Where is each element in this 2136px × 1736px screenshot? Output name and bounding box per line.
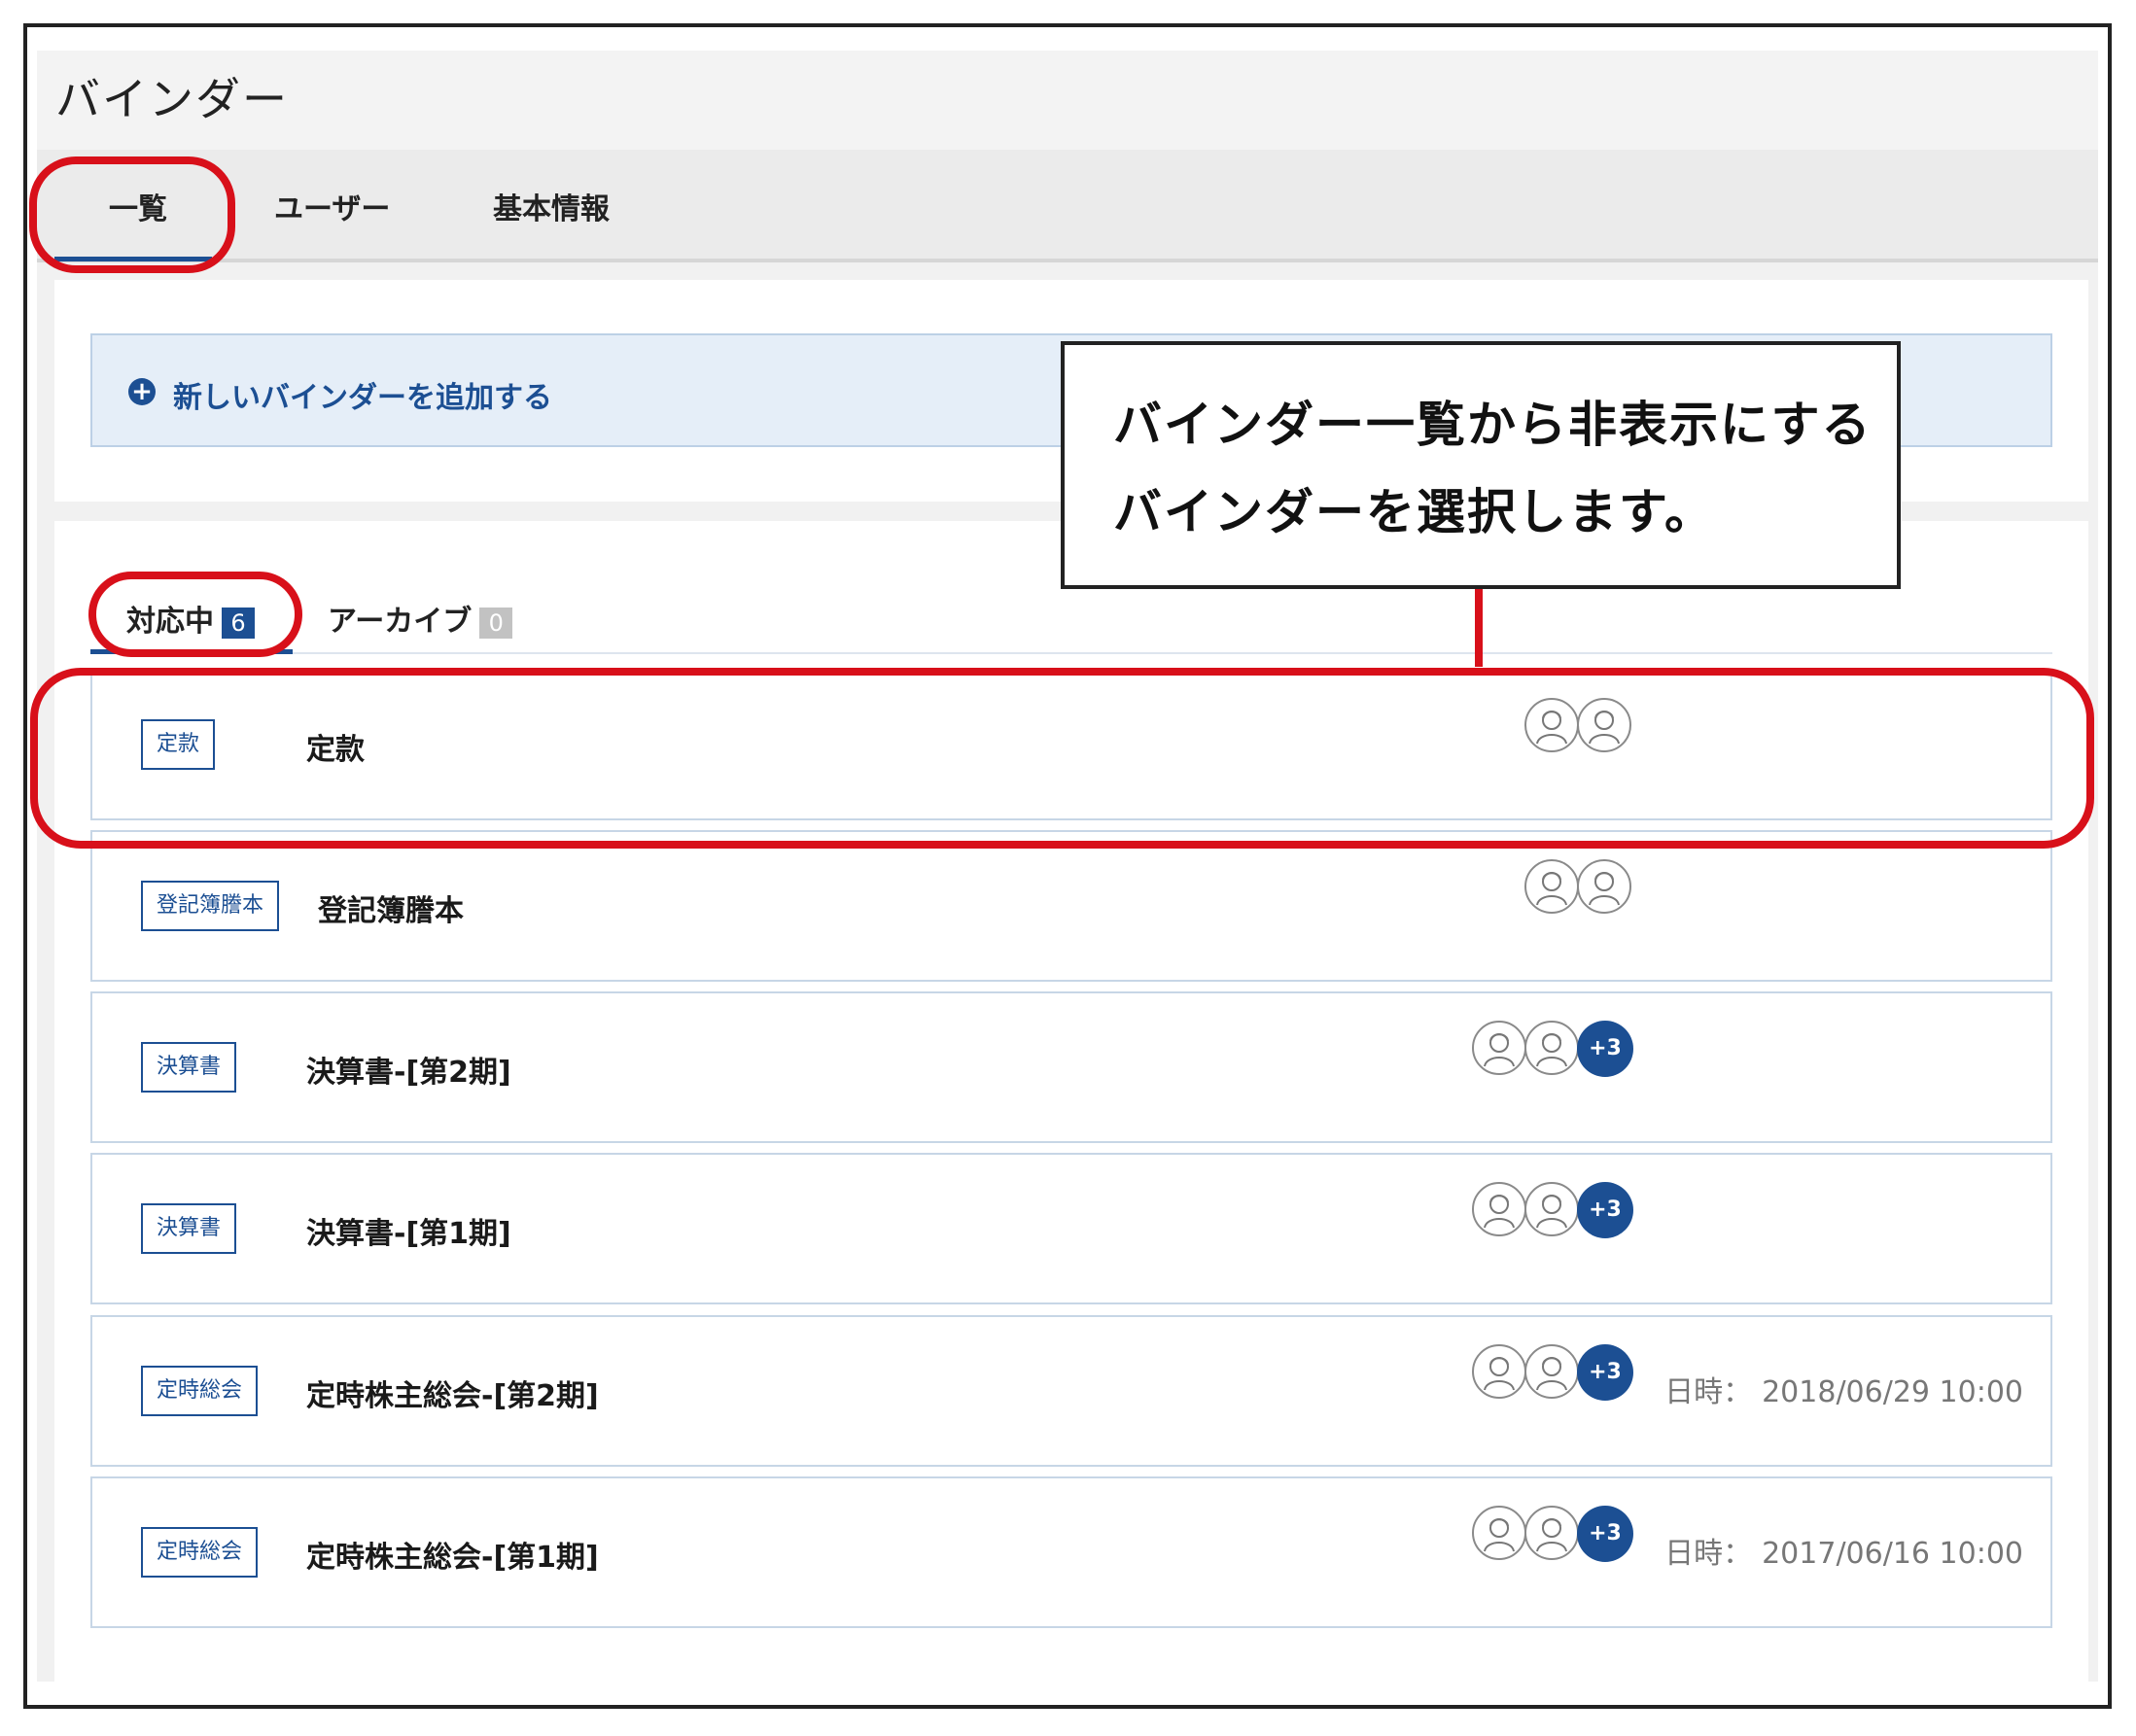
page-title: バインダー bbox=[55, 73, 289, 125]
binder-row[interactable]: 決算書 決算書-[第2期] +3 bbox=[90, 991, 2052, 1143]
binder-date-value: 2017/06/16 10:00 bbox=[1762, 1537, 2023, 1571]
binder-date: 日時： 2018/06/29 10:00 bbox=[1664, 1368, 2023, 1410]
callout-connector bbox=[1475, 589, 1483, 667]
tab-basic-info[interactable]: 基本情報 bbox=[493, 185, 610, 227]
subtab-active-count: 6 bbox=[222, 607, 255, 639]
annotation-callout: バインダー一覧から非表示にする バインダーを選択します。 bbox=[1061, 341, 1901, 589]
more-members-badge[interactable]: +3 bbox=[1577, 1021, 1633, 1077]
plus-circle-icon: + bbox=[128, 378, 156, 405]
binder-row[interactable]: 決算書 決算書-[第1期] +3 bbox=[90, 1153, 2052, 1304]
add-binder-label[interactable]: 新しいバインダーを追加する bbox=[173, 373, 552, 416]
subtab-active-label: 対応中 bbox=[126, 605, 214, 639]
subtab-archive[interactable]: アーカイブ 0 bbox=[328, 597, 513, 640]
callout-line-1: バインダー一覧から非表示にする bbox=[1113, 397, 1873, 453]
page-header bbox=[37, 51, 2098, 150]
avatar-icon bbox=[1524, 1344, 1579, 1399]
avatar-icon bbox=[1524, 1021, 1579, 1075]
binder-date-value: 2018/06/29 10:00 bbox=[1762, 1375, 2023, 1409]
tab-list[interactable]: 一覧 bbox=[109, 185, 167, 227]
subtab-active[interactable]: 対応中 6 bbox=[126, 597, 255, 640]
member-avatars: +3 bbox=[92, 1182, 2050, 1244]
avatar-icon bbox=[1524, 698, 1579, 752]
subtab-archive-label: アーカイブ bbox=[328, 605, 473, 639]
avatar-icon bbox=[1577, 698, 1631, 752]
member-avatars bbox=[92, 698, 2050, 760]
avatar-icon bbox=[1524, 1506, 1579, 1560]
subtab-archive-count: 0 bbox=[479, 607, 513, 639]
avatar-icon bbox=[1472, 1344, 1526, 1399]
active-tab-indicator bbox=[54, 257, 212, 261]
avatar-icon bbox=[1524, 1182, 1579, 1236]
avatar-icon bbox=[1472, 1182, 1526, 1236]
active-subtab-indicator bbox=[90, 649, 293, 654]
binder-date-label: 日時： bbox=[1664, 1375, 1753, 1409]
more-members-badge[interactable]: +3 bbox=[1577, 1182, 1633, 1238]
binder-row[interactable]: 定時総会 定時株主総会-[第1期] +3 日時： 2017/06/16 10:00 bbox=[90, 1476, 2052, 1628]
more-members-badge[interactable]: +3 bbox=[1577, 1506, 1633, 1562]
avatar-icon bbox=[1577, 859, 1631, 914]
binder-row[interactable]: 定時総会 定時株主総会-[第2期] +3 日時： 2018/06/29 10:00 bbox=[90, 1315, 2052, 1467]
binder-row[interactable]: 登記簿謄本 登記簿謄本 bbox=[90, 830, 2052, 982]
subtab-divider bbox=[90, 652, 2052, 654]
binder-date-label: 日時： bbox=[1664, 1537, 1753, 1571]
callout-line-2: バインダーを選択します。 bbox=[1113, 484, 1715, 540]
more-members-badge[interactable]: +3 bbox=[1577, 1344, 1633, 1401]
tab-users[interactable]: ユーザー bbox=[274, 185, 390, 227]
binder-date: 日時： 2017/06/16 10:00 bbox=[1664, 1529, 2023, 1572]
member-avatars bbox=[92, 859, 2050, 921]
binder-row[interactable]: 定款 定款 bbox=[90, 669, 2052, 820]
member-avatars: +3 bbox=[92, 1021, 2050, 1083]
avatar-icon bbox=[1524, 859, 1579, 914]
avatar-icon bbox=[1472, 1506, 1526, 1560]
avatar-icon bbox=[1472, 1021, 1526, 1075]
